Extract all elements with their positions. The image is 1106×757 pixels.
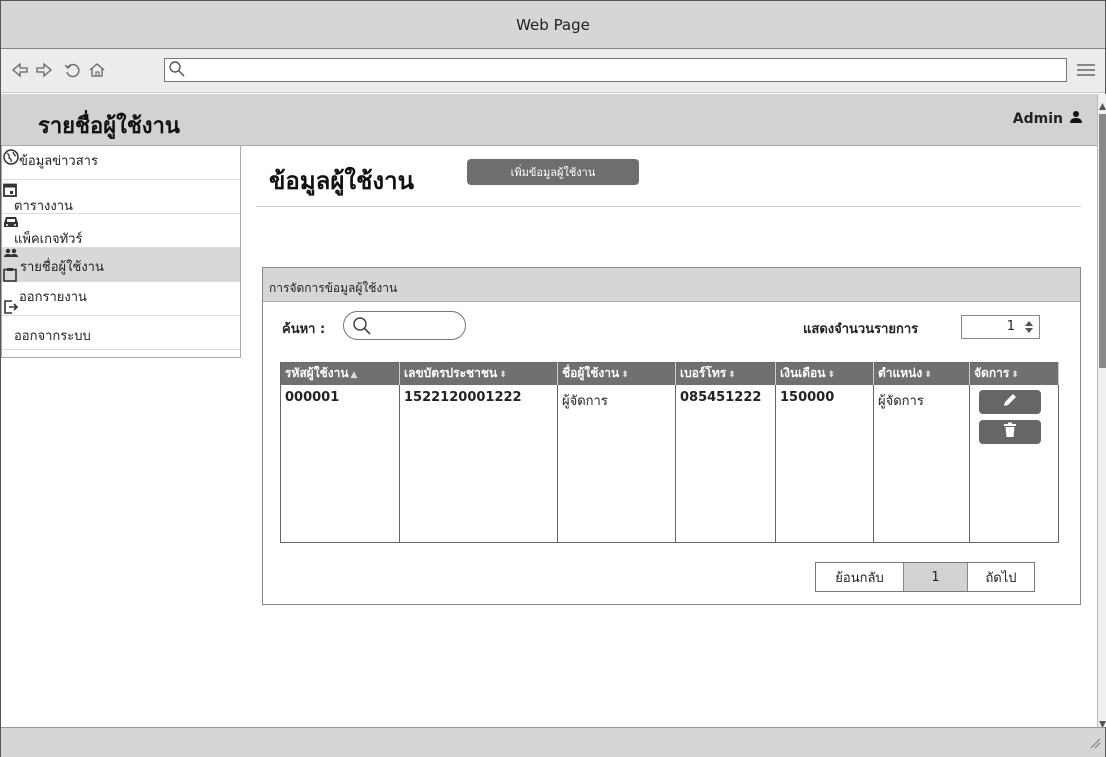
- search-icon: [352, 316, 372, 340]
- delete-button[interactable]: [979, 419, 1041, 444]
- show-count-stepper[interactable]: 1: [961, 315, 1040, 339]
- search-label: ค้นหา :: [282, 322, 326, 337]
- sort-icon: ⬍: [621, 370, 629, 381]
- cell-position: ผู้จัดการ: [873, 384, 970, 543]
- next-page-button[interactable]: ถัดไป: [968, 563, 1034, 591]
- user-menu[interactable]: Admin: [1013, 110, 1083, 128]
- sort-icon: ⬍: [728, 370, 736, 381]
- trash-icon: [1003, 422, 1017, 442]
- sidebar-item-news[interactable]: ข้อมูลข่าวสาร: [2, 146, 240, 180]
- cell-salary: 150000: [775, 384, 874, 543]
- cell-actions: [969, 384, 1059, 543]
- add-user-button[interactable]: เพิ่มข้อมูลผู้ใช้งาน: [467, 159, 639, 185]
- address-bar[interactable]: [164, 58, 1067, 82]
- back-arrow-icon[interactable]: [9, 59, 31, 81]
- column-header-citizen-id[interactable]: เลขบัตรประชาชน ⬍: [399, 362, 558, 385]
- cell-citizen-id: 1522120001222: [399, 384, 558, 543]
- sidebar-item-report[interactable]: ออกรายงาน: [2, 282, 240, 316]
- stepper-arrows-icon[interactable]: [1024, 319, 1034, 339]
- prev-page-button[interactable]: ย้อนกลับ: [816, 563, 904, 591]
- sort-icon: ⬍: [499, 370, 507, 381]
- resize-grip-icon[interactable]: [1089, 734, 1101, 753]
- sort-asc-icon: ▲: [350, 370, 358, 381]
- column-header-salary[interactable]: เงินเดือน ⬍: [775, 362, 874, 385]
- column-header-manage[interactable]: จัดการ ⬍: [969, 362, 1059, 385]
- show-count-label: แสดงจำนวนรายการ: [803, 322, 919, 337]
- user-icon: [1069, 110, 1083, 128]
- sidebar-item-label: ออกจากระบบ: [14, 329, 91, 344]
- scroll-up-icon[interactable]: [1099, 97, 1106, 110]
- cell-name: ผู้จัดการ: [557, 384, 676, 543]
- column-header-position[interactable]: ตำแหน่ง ⬍: [873, 362, 970, 385]
- home-icon[interactable]: [86, 59, 108, 81]
- scroll-down-icon[interactable]: [1099, 714, 1106, 728]
- forward-arrow-icon[interactable]: [33, 59, 55, 81]
- vertical-scrollbar[interactable]: [1097, 94, 1106, 728]
- divider: [256, 206, 1081, 207]
- column-header-name[interactable]: ชื่อผู้ใช้งาน ⬍: [557, 362, 676, 385]
- cell-phone: 085451222: [675, 384, 776, 543]
- sidebar-item-label: ข้อมูลข่าวสาร: [19, 154, 98, 169]
- table-header-row: รหัสผู้ใช้งาน ▲ เลขบัตรประชาชน ⬍ ชื่อผู้ใช…: [280, 362, 1059, 385]
- window-title: Web Page: [516, 15, 590, 34]
- sort-icon: ⬍: [1011, 370, 1019, 381]
- sidebar-item-label: รายชื่อผู้ใช้งาน: [20, 260, 104, 275]
- pencil-icon: [1002, 392, 1018, 412]
- browser-toolbar: [1, 49, 1105, 93]
- sort-icon: ⬍: [827, 370, 836, 381]
- hamburger-menu-icon[interactable]: [1074, 59, 1098, 81]
- sidebar-item-schedule[interactable]: ตารางงาน: [2, 180, 240, 214]
- current-page[interactable]: 1: [904, 563, 968, 591]
- search-input[interactable]: [343, 311, 466, 340]
- sidebar: ข้อมูลข่าวสาร ตารางงาน แพ็คเกจทัวร์ รายช…: [1, 146, 241, 358]
- sidebar-item-label: แพ็คเกจทัวร์: [14, 232, 83, 247]
- panel-title: การจัดการข้อมูลผู้ใช้งาน: [269, 281, 398, 295]
- globe-icon: [3, 149, 19, 169]
- sidebar-item-label: ออกรายงาน: [19, 290, 87, 305]
- column-header-phone[interactable]: เบอร์โทร ⬍: [675, 362, 776, 385]
- sidebar-item-label: ตารางงาน: [14, 199, 73, 214]
- scrollbar-thumb[interactable]: [1099, 114, 1106, 368]
- user-management-panel: การจัดการข้อมูลผู้ใช้งาน ค้นหา : แสดงจำน…: [262, 267, 1081, 605]
- show-count-value: 1: [1006, 319, 1015, 334]
- page-title: ข้อมูลผู้ใช้งาน: [269, 167, 415, 195]
- cell-user-id: 000001: [280, 384, 400, 543]
- column-header-user-id[interactable]: รหัสผู้ใช้งาน ▲: [280, 362, 400, 385]
- app-header: รายชื่อผู้ใช้งาน Admin: [1, 94, 1097, 146]
- users-icon: [3, 248, 19, 264]
- user-name: Admin: [1012, 111, 1063, 127]
- sidebar-item-tour-package[interactable]: แพ็คเกจทัวร์: [2, 214, 240, 248]
- users-table: รหัสผู้ใช้งาน ▲ เลขบัตรประชาชน ⬍ ชื่อผู้ใช…: [280, 362, 1059, 543]
- browser-window: Web Page รายชื่อผู้ใช้งาน Admin ข้อมูลข่…: [0, 0, 1106, 757]
- sidebar-item-users[interactable]: รายชื่อผู้ใช้งาน: [2, 248, 240, 282]
- sort-icon: ⬍: [924, 370, 932, 381]
- window-titlebar: Web Page: [1, 1, 1105, 49]
- table-row: 000001 1522120001222 ผู้จัดการ 085451222…: [280, 384, 1059, 543]
- status-bar: [1, 727, 1105, 757]
- edit-button[interactable]: [979, 389, 1041, 414]
- pagination: ย้อนกลับ 1 ถัดไป: [815, 562, 1035, 592]
- app-title: รายชื่อผู้ใช้งาน: [38, 114, 180, 139]
- search-icon: [168, 60, 186, 82]
- panel-header: การจัดการข้อมูลผู้ใช้งาน: [263, 268, 1080, 302]
- reload-icon[interactable]: [61, 59, 83, 81]
- sidebar-item-logout[interactable]: ออกจากระบบ: [2, 316, 240, 350]
